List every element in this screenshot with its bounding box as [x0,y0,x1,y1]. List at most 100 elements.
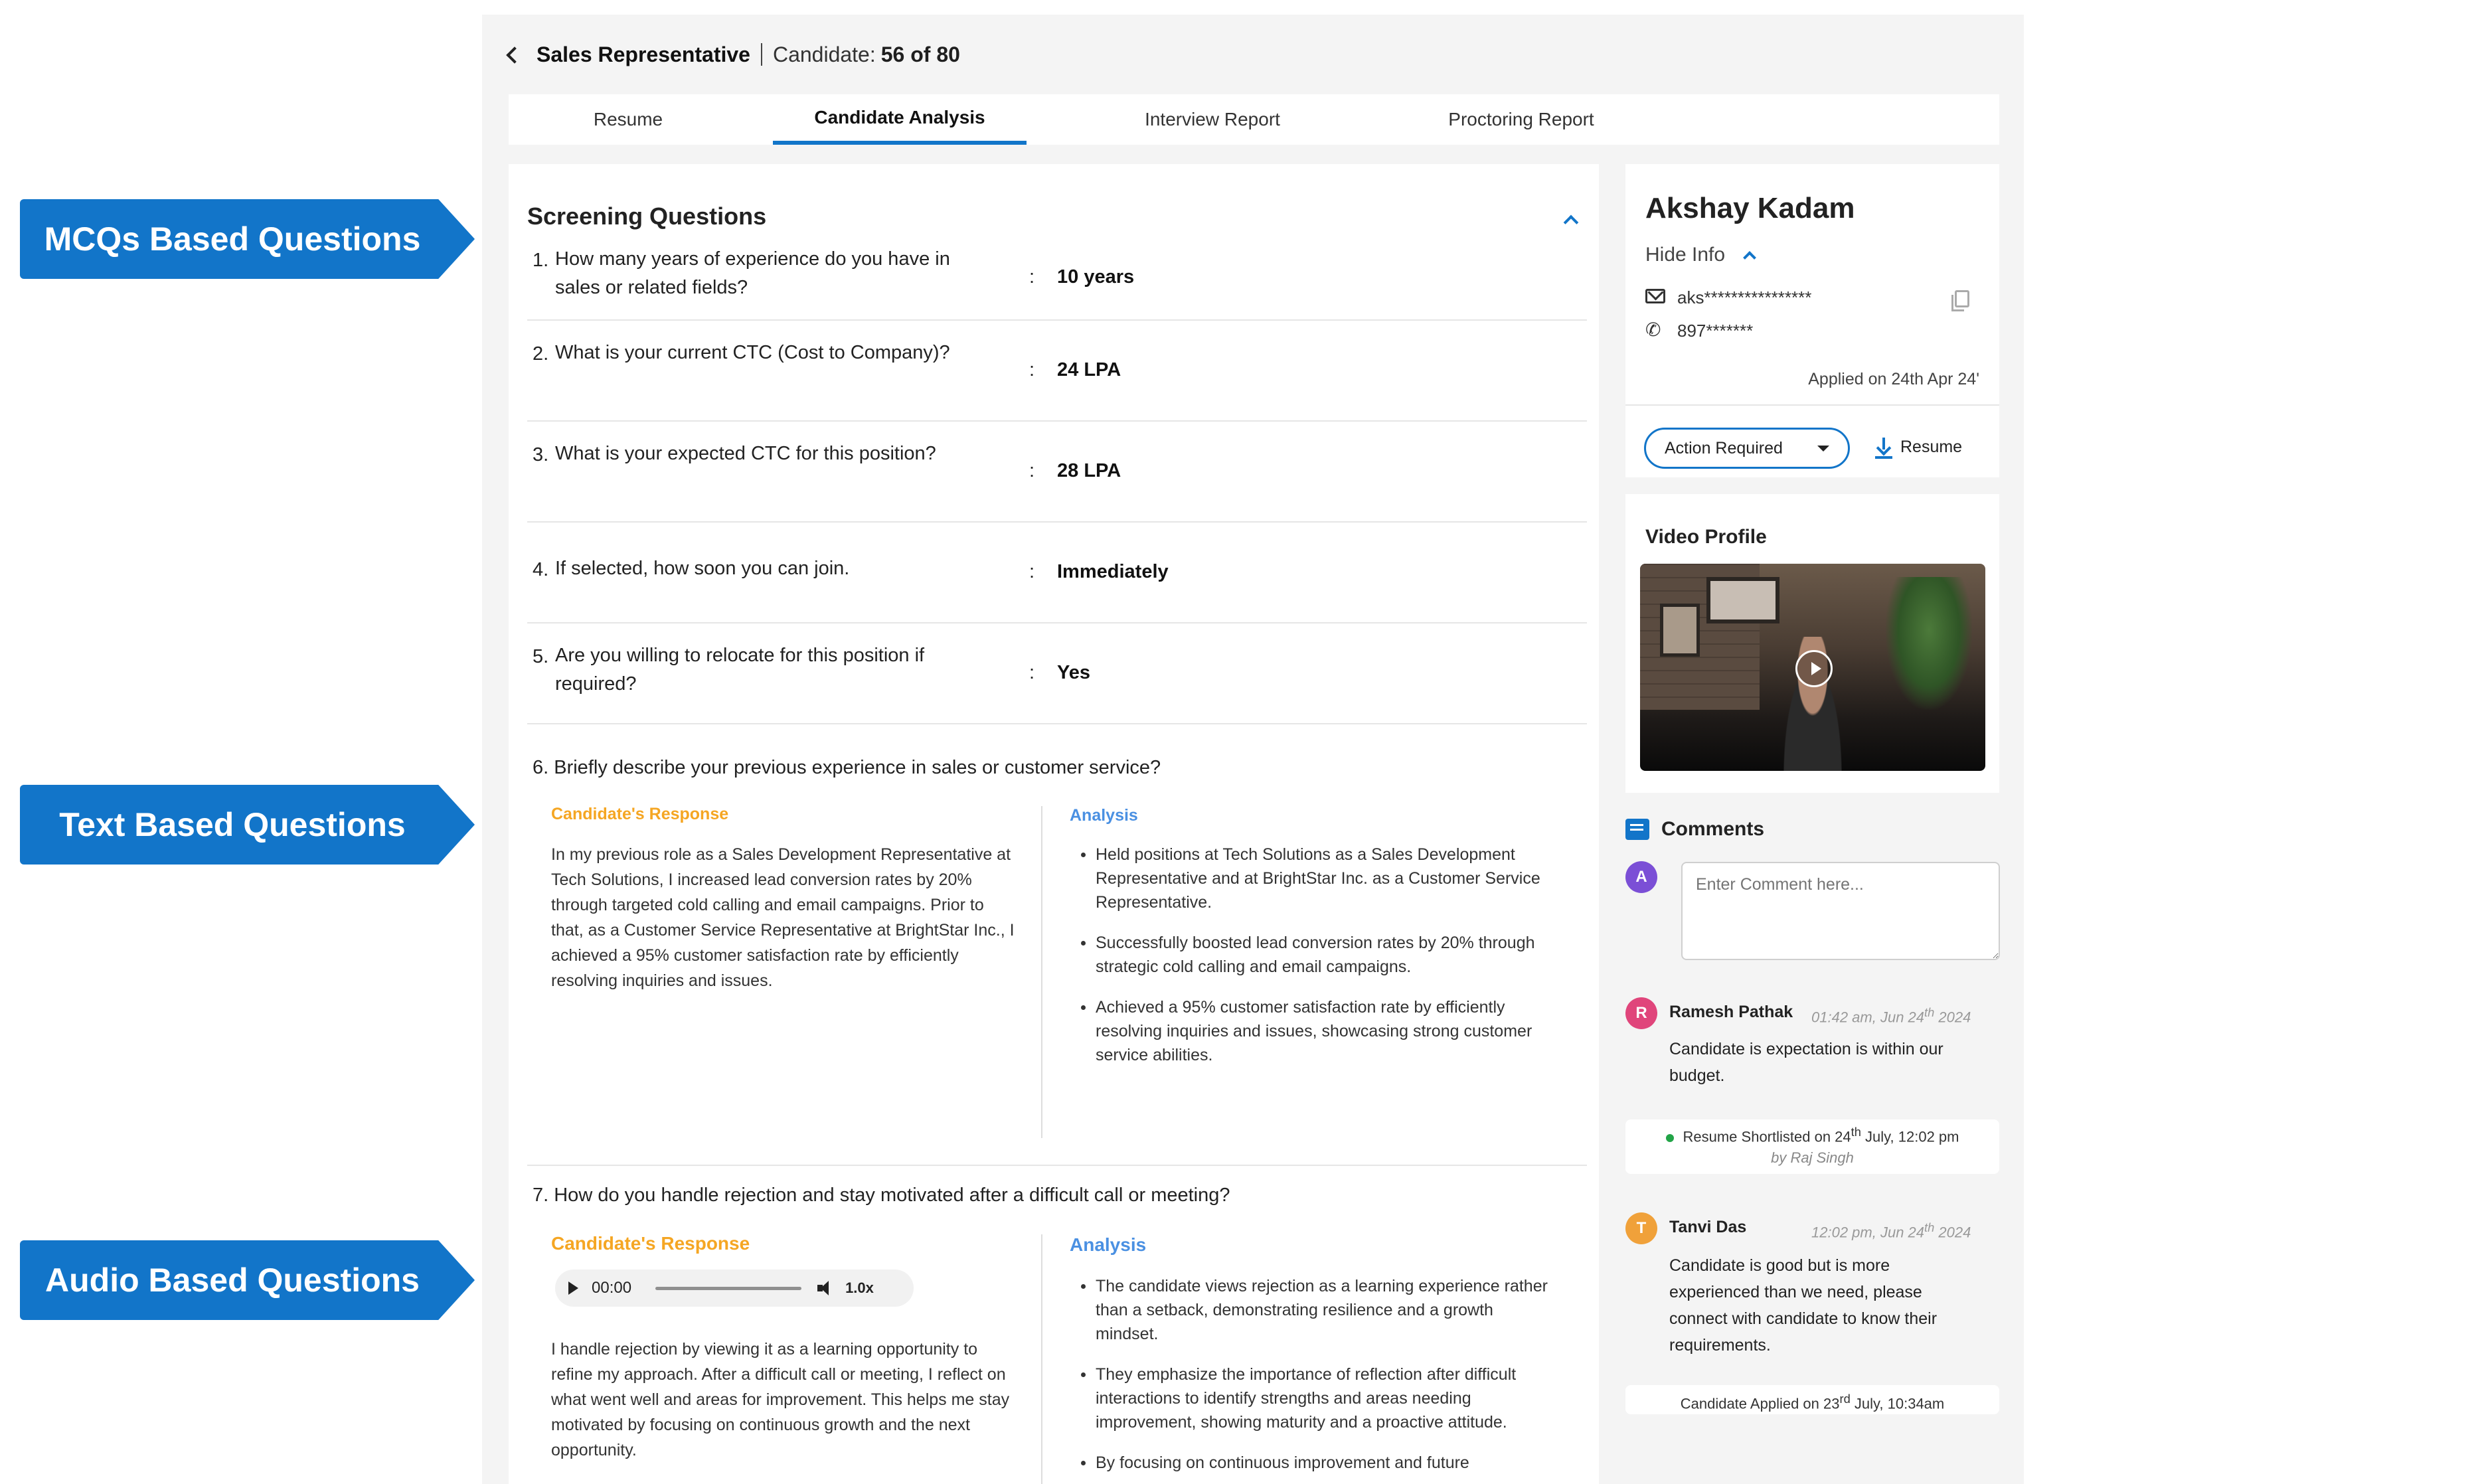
question-number: 3. [533,444,549,465]
video-card: Video Profile [1625,494,1999,793]
answer: 24 LPA [1057,359,1121,380]
event-line: Resume Shortlisted on 24th July, 12:02 p… [1625,1125,1999,1145]
phone-icon: ✆ [1645,319,1661,340]
event-time: July, 10:34am [1850,1395,1945,1412]
video-player[interactable] [1640,564,1985,771]
mcq-row: 2. What is your current CTC (Cost to Com… [527,321,1587,422]
analysis-item: The candidate views rejection as a learn… [1078,1274,1550,1346]
answer: 28 LPA [1057,460,1121,481]
audio-question: 7. How do you handle rejection and stay … [533,1185,1230,1206]
job-title: Sales Representative [537,42,750,66]
action-label: Action Required [1665,438,1783,457]
comment-icon [1625,819,1649,840]
comment-text: Candidate is expectation is within our b… [1669,1040,1943,1085]
column-divider [1041,1234,1042,1484]
email-masked: aks**************** [1677,288,1812,307]
colon: : [1029,561,1035,582]
status-event: Resume Shortlisted on 24th July, 12:02 p… [1625,1119,1999,1174]
comment-input[interactable] [1681,862,2000,960]
phone-masked: 897******* [1677,321,1754,341]
question-number: 1. [533,250,549,271]
answer: 10 years [1057,266,1135,288]
mcq-row: 4. If selected, how soon you can join. :… [527,523,1587,623]
tab-bar: Resume Candidate Analysis Interview Repo… [509,94,1999,145]
audio-progress-track[interactable] [655,1286,802,1290]
mail-icon [1645,289,1665,303]
candidate-counter: 56 of 80 [880,42,960,66]
column-divider [1041,806,1042,1138]
question-number: 4. [533,559,549,580]
question-number: 5. [533,646,549,667]
video-title: Video Profile [1645,526,1767,548]
comment-time-year: 2024 [1934,1009,1971,1026]
mcq-row: 5. Are you willing to relocate for this … [527,623,1587,724]
row-divider [527,1165,1587,1166]
download-icon-base [1875,456,1892,459]
hide-info-toggle[interactable]: Hide Info [1645,244,1725,266]
playback-speed[interactable]: 1.0x [845,1279,874,1297]
colon: : [1029,359,1035,380]
profile-card: Akshay Kadam Hide Info aks**************… [1625,164,1999,477]
mcq-callout-label: MCQs Based Questions [44,220,421,258]
comment-time-suffix: th [1924,1005,1935,1019]
audio-callout-label: Audio Based Questions [45,1262,420,1299]
avatar: A [1625,861,1657,893]
status-dot [1665,1133,1674,1142]
play-icon[interactable] [1795,650,1833,687]
tab-resume[interactable]: Resume [548,94,708,145]
candidate-name: Akshay Kadam [1645,192,1855,224]
commenter-name: Ramesh Pathak [1669,1003,1793,1021]
tab-interview-report[interactable]: Interview Report [1093,94,1332,145]
collapse-chevron-icon[interactable] [1562,212,1579,229]
tab-candidate-analysis[interactable]: Candidate Analysis [773,94,1027,145]
analysis-item: Achieved a 95% customer satisfaction rat… [1078,995,1550,1067]
back-arrow-icon[interactable] [502,44,522,64]
analysis-item: Successfully boosted lead conversion rat… [1078,931,1550,979]
copy-icon[interactable] [1951,290,1969,311]
screening-card: Screening Questions 1. How many years of… [509,164,1599,1484]
status-event: Candidate Applied on 23rd July, 10:34am [1625,1385,1999,1414]
play-icon[interactable] [568,1281,578,1295]
question-text: Are you willing to relocate for this pos… [555,645,925,695]
text-question: 6. Briefly describe your previous experi… [533,757,1161,778]
audio-time: 00:00 [592,1279,632,1297]
analysis-item: Held positions at Tech Solutions as a Sa… [1078,843,1550,914]
tab-proctoring-report[interactable]: Proctoring Report [1392,94,1651,145]
analysis-label: Analysis [1070,1234,1147,1255]
comment-time: 12:02 pm, Jun 24th 2024 [1811,1220,1971,1241]
comment-text: Candidate is good but is more experience… [1669,1256,1938,1355]
video-background [1660,604,1700,657]
header-divider [760,43,762,66]
analysis-item: By focusing on continuous improvement an… [1078,1451,1550,1475]
comment-time: 01:42 am, Jun 24th 2024 [1811,1005,1971,1026]
question-text: If selected, how soon you can join. [555,558,850,579]
colon: : [1029,460,1035,481]
comment-time-main: 12:02 pm, Jun 24 [1811,1224,1925,1241]
colon: : [1029,662,1035,683]
mcq-row: 3. What is your expected CTC for this po… [527,422,1587,523]
section-title: Screening Questions [527,203,767,230]
comments-header: Comments [1625,816,1764,843]
audio-player: 00:00 1.0x [555,1270,914,1307]
event-by: by Raj Singh [1771,1149,1854,1167]
action-required-dropdown[interactable]: Action Required [1644,428,1850,469]
mcq-callout: MCQs Based Questions [20,199,475,279]
resume-download-link[interactable]: Resume [1900,438,1962,457]
event-time: July, 12:02 pm [1860,1128,1959,1145]
comment-time-main: 01:42 am, Jun 24 [1811,1009,1925,1026]
header: Sales Representative Candidate: 56 of 80 [502,35,960,74]
text-callout: Text Based Questions [20,785,475,865]
volume-icon[interactable] [817,1280,835,1296]
question-text: How many years of experience do you have… [555,248,950,298]
download-icon[interactable] [1875,438,1892,457]
response-label: Candidate's Response [551,805,729,823]
candidate-label: Candidate: [772,42,876,66]
event-text: Resume Shortlisted on 24 [1683,1128,1851,1145]
video-background [1706,577,1779,623]
audio-callout: Audio Based Questions [20,1240,475,1320]
applied-date: Applied on 24th Apr 24' [1808,370,1979,388]
divider [1625,404,1999,406]
chevron-up-icon[interactable] [1742,249,1756,262]
colon: : [1029,266,1035,288]
commenter-name: Tanvi Das [1669,1218,1747,1236]
